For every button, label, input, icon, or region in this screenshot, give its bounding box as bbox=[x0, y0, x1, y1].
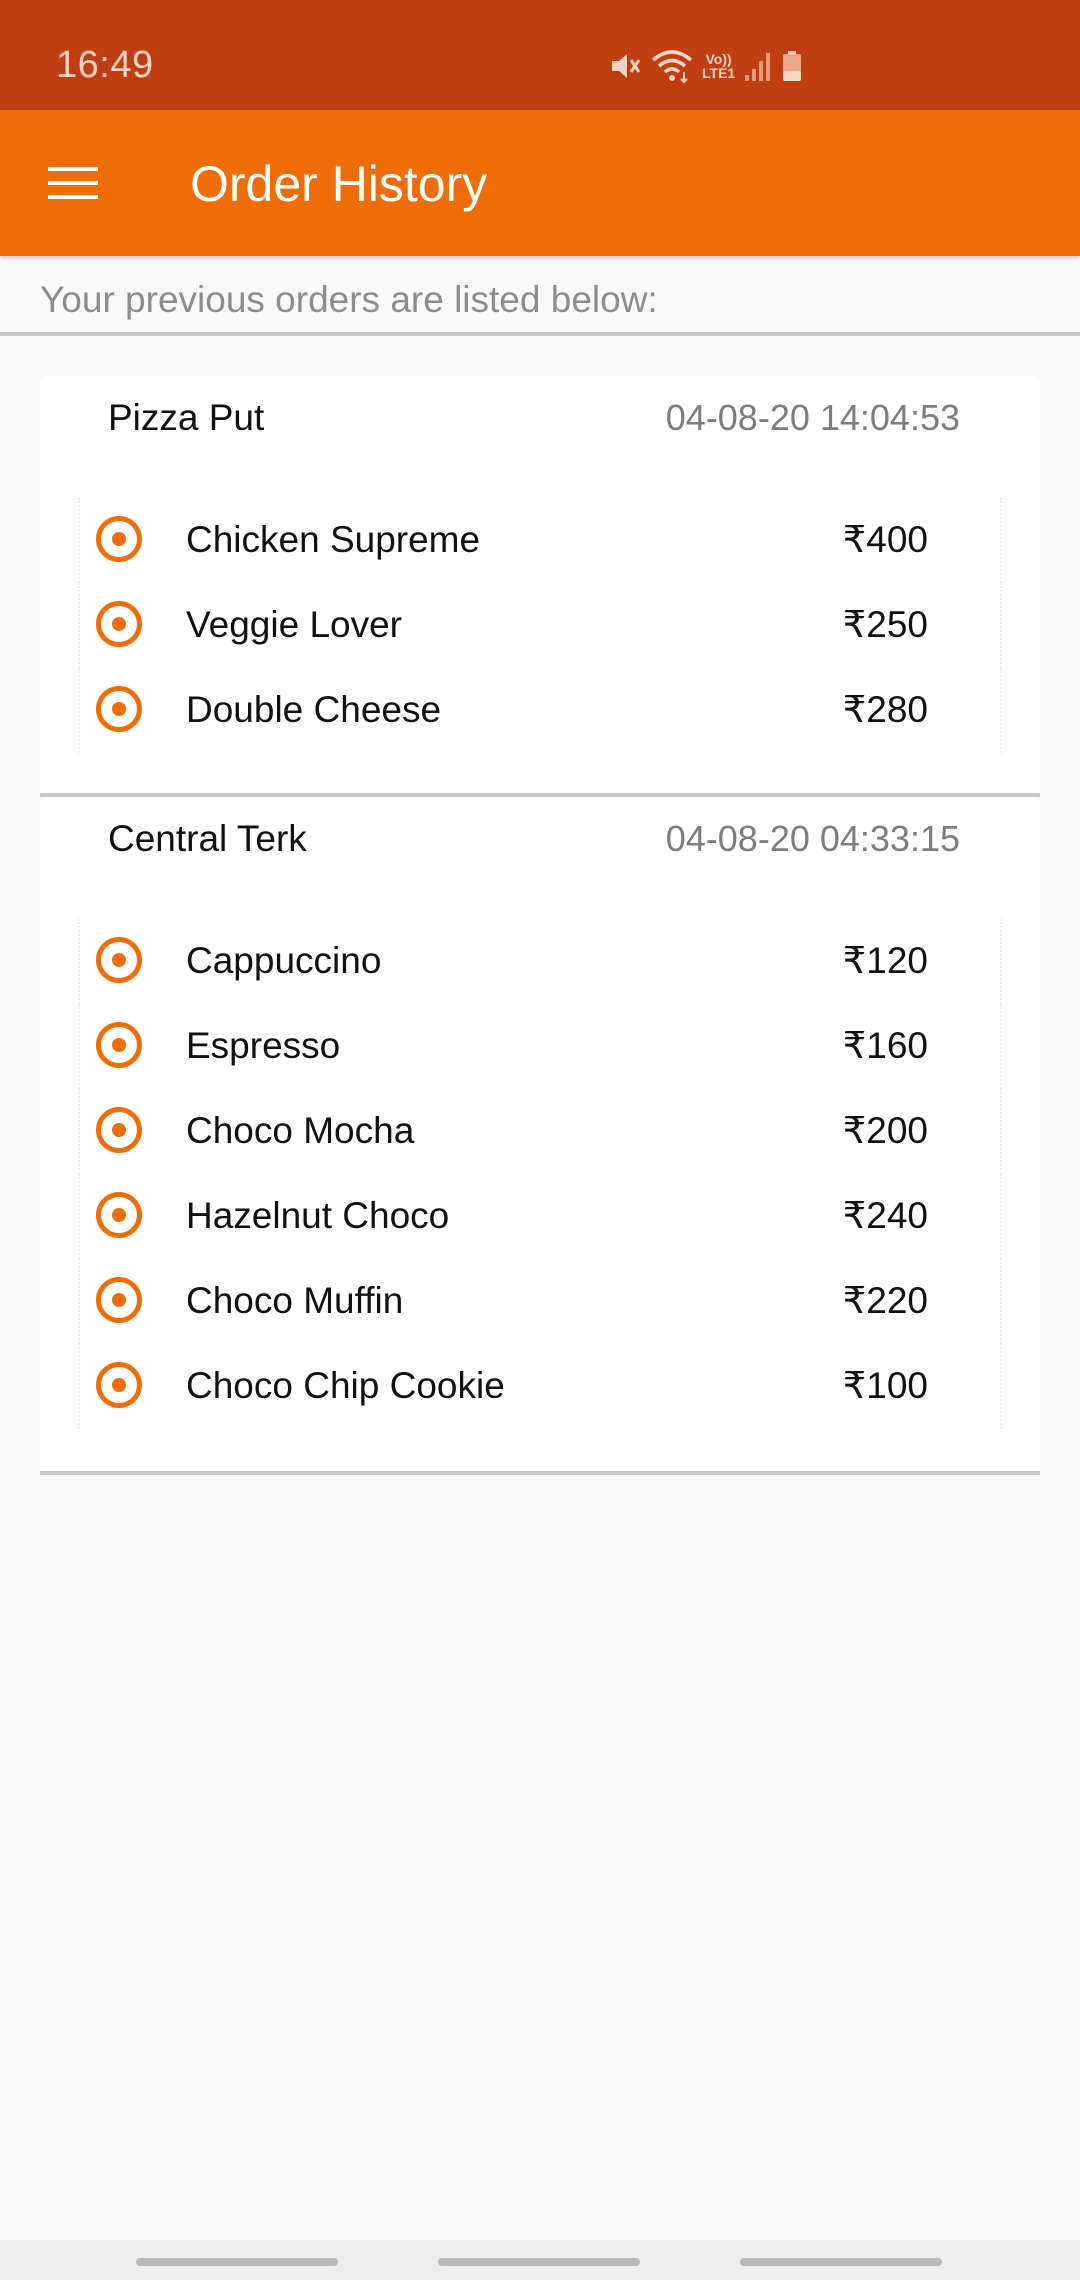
status-bar: 16:49 Vo)) LTE1 bbox=[0, 0, 1080, 110]
radio-bullet-icon bbox=[96, 1107, 142, 1153]
status-time: 16:49 bbox=[56, 44, 154, 86]
item-price: ₹400 bbox=[842, 519, 928, 560]
restaurant-name: Central Terk bbox=[108, 818, 307, 859]
order-card[interactable]: Pizza Put 04-08-20 14:04:53 Chicken Supr… bbox=[40, 376, 1040, 797]
item-name: Choco Chip Cookie bbox=[186, 1365, 505, 1406]
item-name: Double Cheese bbox=[186, 689, 442, 730]
order-item: Cappuccino ₹120 bbox=[78, 919, 1002, 1004]
order-items-list: Chicken Supreme ₹400 Veggie Lover ₹250 D… bbox=[78, 498, 1002, 753]
order-item: Double Cheese ₹280 bbox=[78, 668, 1002, 753]
radio-bullet-icon bbox=[96, 1192, 142, 1238]
radio-bullet-icon bbox=[96, 516, 142, 562]
item-price: ₹220 bbox=[842, 1280, 928, 1321]
item-name: Veggie Lover bbox=[186, 604, 403, 645]
item-name: Choco Muffin bbox=[186, 1280, 404, 1321]
radio-bullet-icon bbox=[96, 601, 142, 647]
hamburger-menu-icon[interactable] bbox=[36, 150, 110, 216]
order-item: Veggie Lover ₹250 bbox=[78, 583, 1002, 668]
order-datetime: 04-08-20 14:04:53 bbox=[665, 397, 960, 438]
order-items-list: Cappuccino ₹120 Espresso ₹160 Choco Moch… bbox=[78, 919, 1002, 1429]
item-price: ₹120 bbox=[842, 940, 928, 981]
item-price: ₹160 bbox=[842, 1025, 928, 1066]
item-price: ₹280 bbox=[842, 689, 928, 730]
order-item: Chicken Supreme ₹400 bbox=[78, 498, 1002, 583]
subtitle-bar: Your previous orders are listed below: bbox=[0, 256, 1080, 336]
subtitle-text: Your previous orders are listed below: bbox=[40, 279, 658, 320]
order-item: Choco Chip Cookie ₹100 bbox=[78, 1344, 1002, 1429]
wifi-icon bbox=[650, 48, 694, 84]
item-price: ₹250 bbox=[842, 604, 928, 645]
mute-icon bbox=[608, 49, 642, 83]
app-bar: Order History bbox=[0, 110, 1080, 256]
restaurant-name: Pizza Put bbox=[108, 397, 265, 438]
order-item: Choco Muffin ₹220 bbox=[78, 1259, 1002, 1344]
radio-bullet-icon bbox=[96, 1022, 142, 1068]
order-item: Hazelnut Choco ₹240 bbox=[78, 1174, 1002, 1259]
order-datetime: 04-08-20 04:33:15 bbox=[665, 818, 960, 859]
signal-icon bbox=[743, 49, 773, 83]
item-name: Cappuccino bbox=[186, 940, 382, 981]
radio-bullet-icon bbox=[96, 686, 142, 732]
page-title: Order History bbox=[190, 156, 488, 212]
status-icons: Vo)) LTE1 bbox=[608, 46, 803, 86]
order-item: Espresso ₹160 bbox=[78, 1004, 1002, 1089]
battery-icon bbox=[781, 49, 803, 83]
item-price: ₹240 bbox=[842, 1195, 928, 1236]
radio-bullet-icon bbox=[96, 1277, 142, 1323]
radio-bullet-icon bbox=[96, 1362, 142, 1408]
system-navigation-bar bbox=[0, 2240, 1080, 2280]
item-name: Chicken Supreme bbox=[186, 519, 481, 560]
volte-lte-icon: Vo)) LTE1 bbox=[702, 51, 736, 81]
nav-home-button[interactable] bbox=[438, 2258, 640, 2266]
nav-recents-button[interactable] bbox=[136, 2258, 338, 2266]
item-price: ₹100 bbox=[842, 1365, 928, 1406]
item-name: Espresso bbox=[186, 1025, 341, 1066]
nav-back-button[interactable] bbox=[740, 2258, 942, 2266]
item-name: Hazelnut Choco bbox=[186, 1195, 450, 1236]
order-card[interactable]: Central Terk 04-08-20 04:33:15 Cappuccin… bbox=[40, 797, 1040, 1475]
item-name: Choco Mocha bbox=[186, 1110, 415, 1151]
item-price: ₹200 bbox=[842, 1110, 928, 1151]
order-item: Choco Mocha ₹200 bbox=[78, 1089, 1002, 1174]
radio-bullet-icon bbox=[96, 937, 142, 983]
